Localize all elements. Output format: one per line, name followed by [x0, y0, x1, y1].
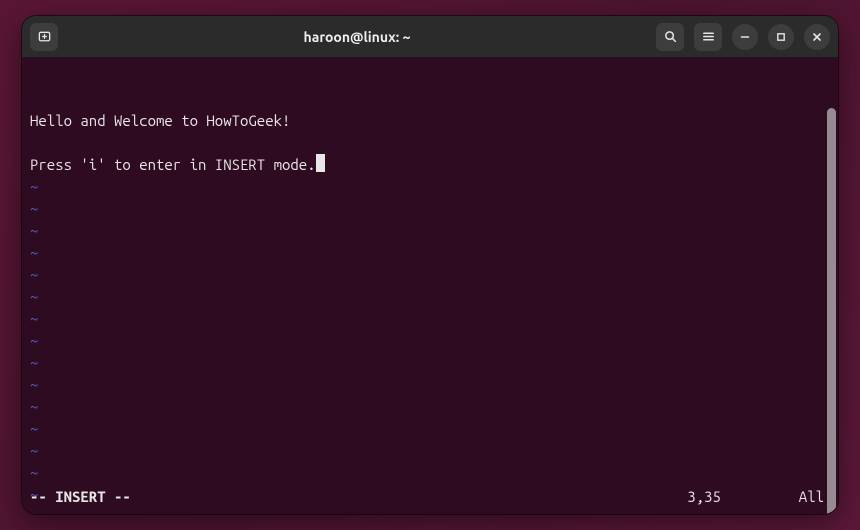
status-mode: -- INSERT -- [30, 486, 131, 508]
empty-line-tilde: ~ [30, 198, 830, 220]
empty-line-tilde: ~ [30, 330, 830, 352]
search-icon [663, 29, 678, 44]
empty-line-tilde: ~ [30, 286, 830, 308]
empty-line-tilde: ~ [30, 440, 830, 462]
hamburger-icon [701, 29, 716, 44]
buffer-line: Press 'i' to enter in INSERT mode. [30, 154, 830, 176]
terminal-window: haroon@linux: ~ [22, 16, 838, 514]
empty-line-tilde: ~ [30, 396, 830, 418]
status-position: 3,35 [687, 486, 799, 508]
titlebar-right-controls [656, 23, 830, 51]
empty-line-tilde: ~ [30, 352, 830, 374]
empty-line-tilde: ~ [30, 220, 830, 242]
hamburger-menu-button[interactable] [694, 23, 722, 51]
scrollbar-thumb[interactable] [827, 108, 836, 514]
status-percent: All [799, 486, 830, 508]
terminal-content[interactable]: Hello and Welcome to HowToGeek! Press 'i… [22, 58, 838, 514]
minimize-icon [739, 31, 751, 43]
close-icon [811, 31, 823, 43]
vim-statusbar: -- INSERT -- 3,35 All [30, 486, 830, 508]
empty-line-tilde: ~ [30, 418, 830, 440]
titlebar: haroon@linux: ~ [22, 16, 838, 58]
minimize-button[interactable] [732, 24, 758, 50]
close-button[interactable] [804, 24, 830, 50]
scrollbar[interactable] [827, 64, 836, 480]
empty-line-tilde: ~ [30, 176, 830, 198]
editor-buffer: Hello and Welcome to HowToGeek! Press 'i… [30, 110, 830, 514]
buffer-line [30, 132, 830, 154]
buffer-line: Hello and Welcome to HowToGeek! [30, 110, 830, 132]
empty-line-tilde: ~ [30, 462, 830, 484]
text-cursor [316, 154, 325, 172]
maximize-icon [775, 31, 787, 43]
titlebar-left-controls [30, 23, 58, 51]
empty-line-tilde: ~ [30, 308, 830, 330]
maximize-button[interactable] [768, 24, 794, 50]
search-button[interactable] [656, 23, 684, 51]
empty-line-tilde: ~ [30, 374, 830, 396]
new-tab-icon [37, 29, 52, 44]
empty-line-tilde: ~ [30, 242, 830, 264]
window-title: haroon@linux: ~ [66, 29, 648, 45]
new-tab-button[interactable] [30, 23, 58, 51]
empty-line-tilde: ~ [30, 264, 830, 286]
